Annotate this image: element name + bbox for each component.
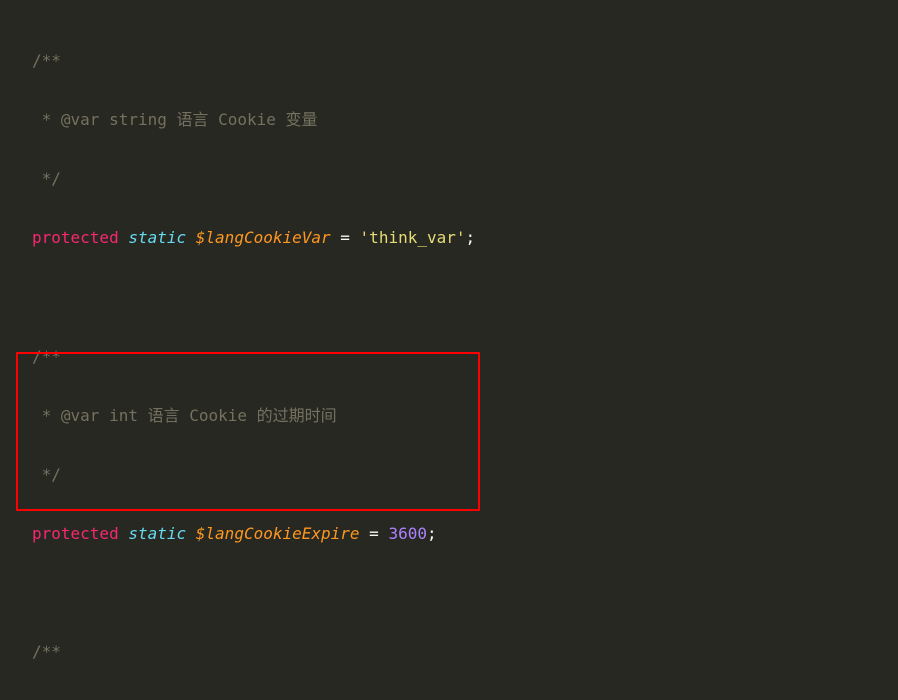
docblock-desc: 语言 Cookie 的过期时间 xyxy=(138,406,337,425)
semicolon: ; xyxy=(427,524,437,543)
code-line: * @var string 语言 Cookie 变量 xyxy=(32,105,888,135)
blank-line xyxy=(32,282,888,312)
code-line: * @var int 语言 Cookie 的过期时间 xyxy=(32,401,888,431)
code-line: */ xyxy=(32,164,888,194)
code-line: /** xyxy=(32,342,888,372)
docblock-desc: 语言 Cookie 变量 xyxy=(167,110,318,129)
docblock-open: /** xyxy=(32,51,61,70)
number-literal: 3600 xyxy=(388,524,427,543)
docblock-tag: * @var xyxy=(32,110,109,129)
op-assign: = xyxy=(360,524,389,543)
semicolon: ; xyxy=(466,228,476,247)
docblock-open: /** xyxy=(32,347,61,366)
docblock-type: string xyxy=(109,110,167,129)
kw-static: static xyxy=(128,524,186,543)
code-line: protected static $langCookieExpire = 360… xyxy=(32,519,888,549)
code-line: protected static $langCookieVar = 'think… xyxy=(32,223,888,253)
kw-static: static xyxy=(128,228,186,247)
code-line: * @var array 允许语言列表 xyxy=(32,697,888,700)
op-assign: = xyxy=(331,228,360,247)
docblock-close: */ xyxy=(32,465,61,484)
string-literal: 'think_var' xyxy=(360,228,466,247)
code-line: /** xyxy=(32,46,888,76)
var-langcookievar: $langCookieVar xyxy=(196,228,331,247)
blank-line xyxy=(32,578,888,608)
docblock-tag: * @var xyxy=(32,406,109,425)
kw-protected: protected xyxy=(32,228,119,247)
docblock-type: int xyxy=(109,406,138,425)
var-langcookieexpire: $langCookieExpire xyxy=(196,524,360,543)
docblock-open: /** xyxy=(32,642,61,661)
kw-protected: protected xyxy=(32,524,119,543)
code-editor: /** * @var string 语言 Cookie 变量 */ protec… xyxy=(0,0,898,700)
docblock-close: */ xyxy=(32,169,61,188)
code-line: */ xyxy=(32,460,888,490)
code-line: /** xyxy=(32,637,888,667)
